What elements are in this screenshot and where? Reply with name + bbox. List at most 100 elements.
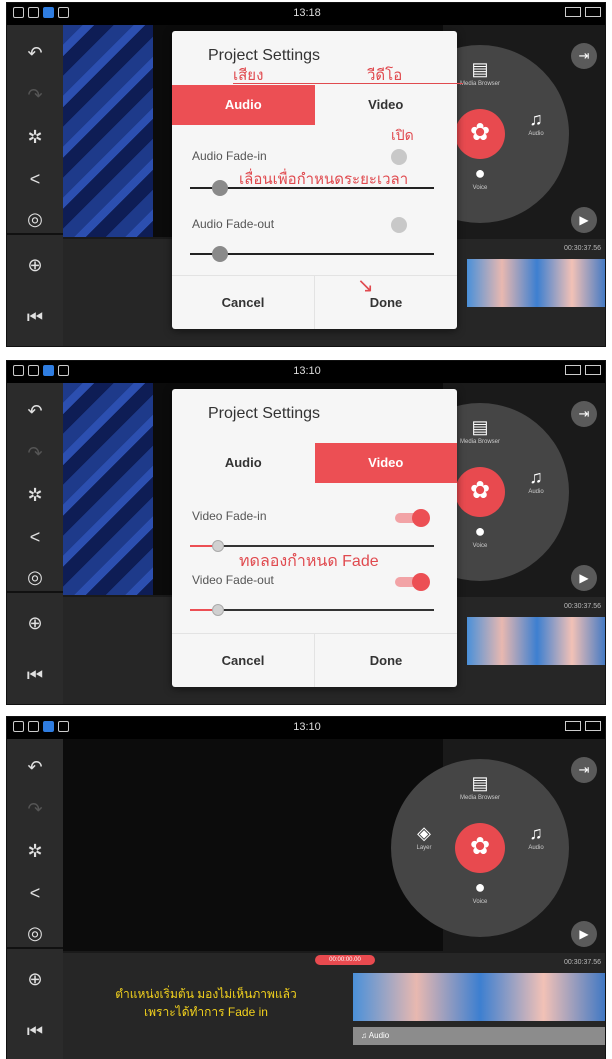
play-icon[interactable]: ▶	[571, 565, 597, 591]
cancel-button[interactable]: Cancel	[172, 634, 314, 687]
left-toolbar: ↶ ↷ ✲ < ◎ ⊕ ⏮	[7, 383, 63, 704]
exit-icon[interactable]: ⇥	[571, 757, 597, 783]
done-button[interactable]: Done	[314, 634, 457, 687]
switch-knob	[412, 573, 430, 591]
camera-button[interactable]: ✿	[455, 823, 505, 873]
video-preview	[63, 739, 443, 951]
audio-fade-out-toggle[interactable]	[391, 217, 407, 233]
slider-thumb[interactable]	[212, 540, 224, 552]
redo-icon[interactable]: ↷	[15, 437, 55, 469]
slider-thumb[interactable]	[212, 246, 228, 262]
status-right	[565, 721, 601, 731]
battery-icon	[585, 7, 601, 17]
note-line-1: ตำแหน่งเริ่มต้น มองไม่เห็นภาพแล้ว	[115, 987, 297, 1001]
audio-button[interactable]: ♫ Audio	[511, 823, 561, 852]
video-clip[interactable]	[353, 973, 605, 1021]
undo-icon[interactable]: ↶	[15, 395, 55, 427]
status-right	[565, 7, 601, 17]
redo-icon[interactable]: ↷	[15, 79, 55, 111]
exit-icon[interactable]: ⇥	[571, 401, 597, 427]
voice-button[interactable]: ● Voice	[455, 521, 505, 550]
video-fade-out-switch[interactable]	[395, 573, 430, 591]
redo-icon[interactable]: ↷	[15, 793, 55, 825]
status-bar: 13:18	[7, 3, 605, 25]
slider-thumb[interactable]	[212, 180, 228, 196]
skip-start-icon[interactable]: ⏮	[15, 1015, 55, 1047]
skip-start-icon[interactable]: ⏮	[15, 659, 55, 691]
tab-video[interactable]: Video	[314, 443, 457, 483]
annotation-try-fade: ทดลองกำหนด Fade	[239, 553, 379, 570]
toolbar-divider	[7, 591, 63, 593]
timeline-time: 00:30:37.56	[564, 959, 601, 966]
tab-audio[interactable]: Audio	[172, 85, 315, 125]
done-button[interactable]: Done	[314, 276, 457, 329]
tab-audio[interactable]: Audio	[172, 443, 315, 483]
note-line-2: เพราะได้ทำการ Fade in	[144, 1005, 268, 1019]
audio-track[interactable]: ♫ Audio	[353, 1027, 605, 1045]
slider-thumb[interactable]	[212, 604, 224, 616]
dialog-tabs: Audio Video	[172, 85, 457, 125]
audio-fade-in-label: Audio Fade-in	[192, 149, 267, 163]
share-icon[interactable]: <	[15, 521, 55, 553]
split-icon[interactable]: ⊕	[15, 249, 55, 281]
play-icon[interactable]: ▶	[571, 921, 597, 947]
video-fade-in-slider[interactable]	[190, 540, 434, 552]
dialog-tabs: Audio Video	[172, 443, 457, 483]
signal-icon	[565, 7, 581, 17]
share-icon[interactable]: <	[15, 877, 55, 909]
annotation-underline	[233, 83, 463, 84]
video-fade-in-switch[interactable]	[395, 509, 430, 527]
dialog-footer: Cancel Done	[172, 275, 457, 329]
status-bar: 13:10	[7, 361, 605, 383]
media-browser-button[interactable]: ▤ Media Browser	[455, 773, 505, 802]
left-toolbar: ↶ ↷ ✲ < ◎ ⊕ ⏮	[7, 739, 63, 1059]
screenshot-panel-2: 13:10 ↶ ↷ ✲ < ◎ ⊕ ⏮ ⇥ ▤Media Browser ◈La…	[6, 360, 606, 705]
tab-video[interactable]: Video	[315, 85, 458, 125]
timeline[interactable]: 00:00:00.00 00:30:37.56 ♫ Audio ตำแหน่งเ…	[63, 953, 605, 1059]
video-clip[interactable]	[467, 259, 605, 307]
split-icon[interactable]: ⊕	[15, 963, 55, 995]
dialog-title: Project Settings	[208, 405, 321, 422]
capture-icon[interactable]: ◎	[15, 917, 55, 949]
voice-button[interactable]: ● Voice	[455, 877, 505, 906]
screenshot-panel-1: 13:18 ↶ ↷ ✲ < ◎ ⊕ ⏮ ⇥ ▤Media Browser ◈La…	[6, 2, 606, 347]
settings-icon[interactable]: ✲	[15, 479, 55, 511]
share-icon[interactable]: <	[15, 163, 55, 195]
video-fade-in-label: Video Fade-in	[192, 509, 267, 523]
video-fade-out-label: Video Fade-out	[192, 573, 274, 587]
camera-button[interactable]: ✿	[455, 109, 505, 159]
clock: 13:18	[293, 7, 321, 19]
screenshot-panel-3: 13:10 ↶ ↷ ✲ < ◎ ⊕ ⏮ ⇥ ▤ Media Browser ◈ La…	[6, 716, 606, 1059]
battery-icon	[585, 365, 601, 375]
video-fade-out-slider[interactable]	[190, 604, 434, 616]
camera-button[interactable]: ✿	[455, 467, 505, 517]
play-icon[interactable]: ▶	[571, 207, 597, 233]
audio-fade-in-toggle[interactable]	[391, 149, 407, 165]
audio-button[interactable]: ♫ Audio	[511, 467, 561, 496]
settings-icon[interactable]: ✲	[15, 835, 55, 867]
audio-button[interactable]: ♫ Audio	[511, 109, 561, 138]
voice-button[interactable]: ● Voice	[455, 163, 505, 192]
settings-icon[interactable]: ✲	[15, 121, 55, 153]
capture-icon[interactable]: ◎	[15, 203, 55, 235]
playhead-time: 00:00:00.00	[315, 955, 375, 965]
signal-icon	[565, 721, 581, 731]
dialog-title: Project Settings	[208, 47, 321, 64]
toolbar-divider	[7, 233, 63, 235]
capture-icon[interactable]: ◎	[15, 561, 55, 593]
status-bar: 13:10	[7, 717, 605, 739]
audio-fade-out-label: Audio Fade-out	[192, 217, 275, 231]
split-icon[interactable]: ⊕	[15, 607, 55, 639]
status-right	[565, 365, 601, 375]
undo-icon[interactable]: ↶	[15, 37, 55, 69]
dialog-footer: Cancel Done	[172, 633, 457, 687]
skip-start-icon[interactable]: ⏮	[15, 301, 55, 333]
video-clip[interactable]	[467, 617, 605, 665]
exit-icon[interactable]: ⇥	[571, 43, 597, 69]
layer-button[interactable]: ◈Layer	[399, 823, 449, 852]
media-browser-button[interactable]: ▤ Media Browser	[455, 417, 505, 446]
cancel-button[interactable]: Cancel	[172, 276, 314, 329]
battery-icon	[585, 721, 601, 731]
undo-icon[interactable]: ↶	[15, 751, 55, 783]
audio-fade-out-slider[interactable]	[190, 246, 434, 262]
